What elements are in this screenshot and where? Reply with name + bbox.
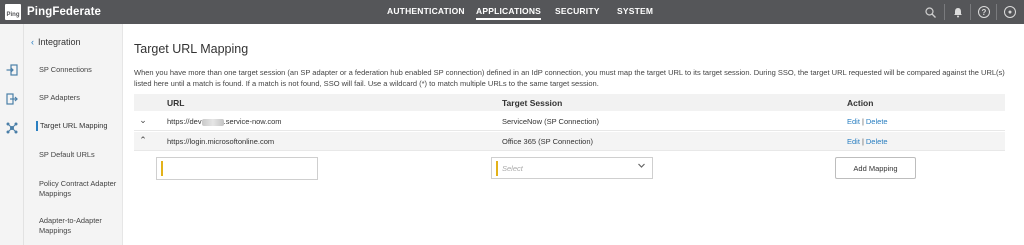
required-indicator xyxy=(496,161,498,176)
table-header: URL Target Session Action xyxy=(134,94,1005,111)
required-indicator xyxy=(161,161,163,176)
sidebar-item-sp-adapters[interactable]: SP Adapters xyxy=(39,93,121,103)
column-header-action: Action xyxy=(847,98,874,108)
delete-link[interactable]: Delete xyxy=(866,117,888,126)
row-actions: Edit | Delete xyxy=(847,117,888,126)
chevron-down-icon xyxy=(637,161,646,172)
row-url: https://dev .service-now.com xyxy=(167,117,282,126)
page-description: When you have more than one target sessi… xyxy=(134,68,1005,88)
nav-security[interactable]: SECURITY xyxy=(555,6,600,16)
page-title: Target URL Mapping xyxy=(134,42,249,56)
app-name: PingFederate xyxy=(27,6,102,18)
nav-authentication[interactable]: AUTHENTICATION xyxy=(387,6,465,16)
table-row: ⌃ https://login.microsoftonline.com Offi… xyxy=(134,132,1005,151)
select-placeholder: Select xyxy=(502,164,523,173)
chevron-up-icon[interactable]: ⌃ xyxy=(138,135,148,146)
action-separator: | xyxy=(861,117,864,126)
toolbar-divider xyxy=(970,4,971,20)
bell-icon[interactable] xyxy=(951,5,965,19)
url-prefix: https://dev xyxy=(167,117,202,126)
left-icon-rail xyxy=(0,24,24,245)
target-session-select[interactable]: Select xyxy=(491,157,653,179)
sign-in-icon[interactable] xyxy=(6,64,18,76)
row-target-session: ServiceNow (SP Connection) xyxy=(502,117,599,126)
main-content: Target URL Mapping When you have more th… xyxy=(123,24,1024,245)
top-navigation-bar: Ping PingFederate AUTHENTICATION APPLICA… xyxy=(0,0,1024,24)
toolbar-divider xyxy=(996,4,997,20)
network-icon[interactable] xyxy=(6,122,18,134)
delete-link[interactable]: Delete xyxy=(866,137,888,146)
sidebar-item-sp-default-urls[interactable]: SP Default URLs xyxy=(39,150,121,160)
sidebar-back-integration[interactable]: ‹ Integration xyxy=(31,37,81,47)
edit-link[interactable]: Edit xyxy=(847,137,860,146)
column-header-target-session: Target Session xyxy=(502,98,563,108)
chevron-down-icon[interactable]: ⌄ xyxy=(138,115,148,126)
nav-applications[interactable]: APPLICATIONS xyxy=(476,6,542,20)
table-row: ⌄ https://dev .service-now.com ServiceNow… xyxy=(134,112,1005,131)
search-icon[interactable] xyxy=(923,5,937,19)
redacted-text xyxy=(201,118,224,126)
user-icon[interactable]: ● xyxy=(1004,6,1016,18)
toolbar-divider xyxy=(944,4,945,20)
sidebar-item-adapter-to-adapter-mappings[interactable]: Adapter-to-Adapter Mappings xyxy=(39,216,121,236)
app-logo[interactable]: Ping PingFederate xyxy=(5,4,101,20)
sidebar: ‹ Integration SP Connections SP Adapters … xyxy=(24,24,123,245)
row-url: https://login.microsoftonline.com xyxy=(167,137,275,146)
sign-out-icon[interactable] xyxy=(6,93,18,105)
nav-system[interactable]: SYSTEM xyxy=(617,6,653,16)
edit-link[interactable]: Edit xyxy=(847,117,860,126)
row-target-session: Office 365 (SP Connection) xyxy=(502,137,594,146)
row-actions: Edit | Delete xyxy=(847,137,888,146)
ping-logo-icon: Ping xyxy=(5,4,21,20)
url-suffix: .service-now.com xyxy=(223,117,282,126)
add-mapping-button[interactable]: Add Mapping xyxy=(835,157,916,179)
chevron-left-icon: ‹ xyxy=(31,37,34,47)
new-url-input[interactable] xyxy=(156,157,318,180)
sidebar-item-policy-contract-adapter-mappings[interactable]: Policy Contract Adapter Mappings xyxy=(39,179,121,199)
sidebar-item-sp-connections[interactable]: SP Connections xyxy=(39,65,121,75)
column-header-url: URL xyxy=(167,98,185,108)
action-separator: | xyxy=(861,137,864,146)
help-icon[interactable]: ? xyxy=(978,6,990,18)
sidebar-heading: Integration xyxy=(38,37,81,47)
sidebar-item-target-url-mapping[interactable]: Target URL Mapping xyxy=(36,121,118,131)
